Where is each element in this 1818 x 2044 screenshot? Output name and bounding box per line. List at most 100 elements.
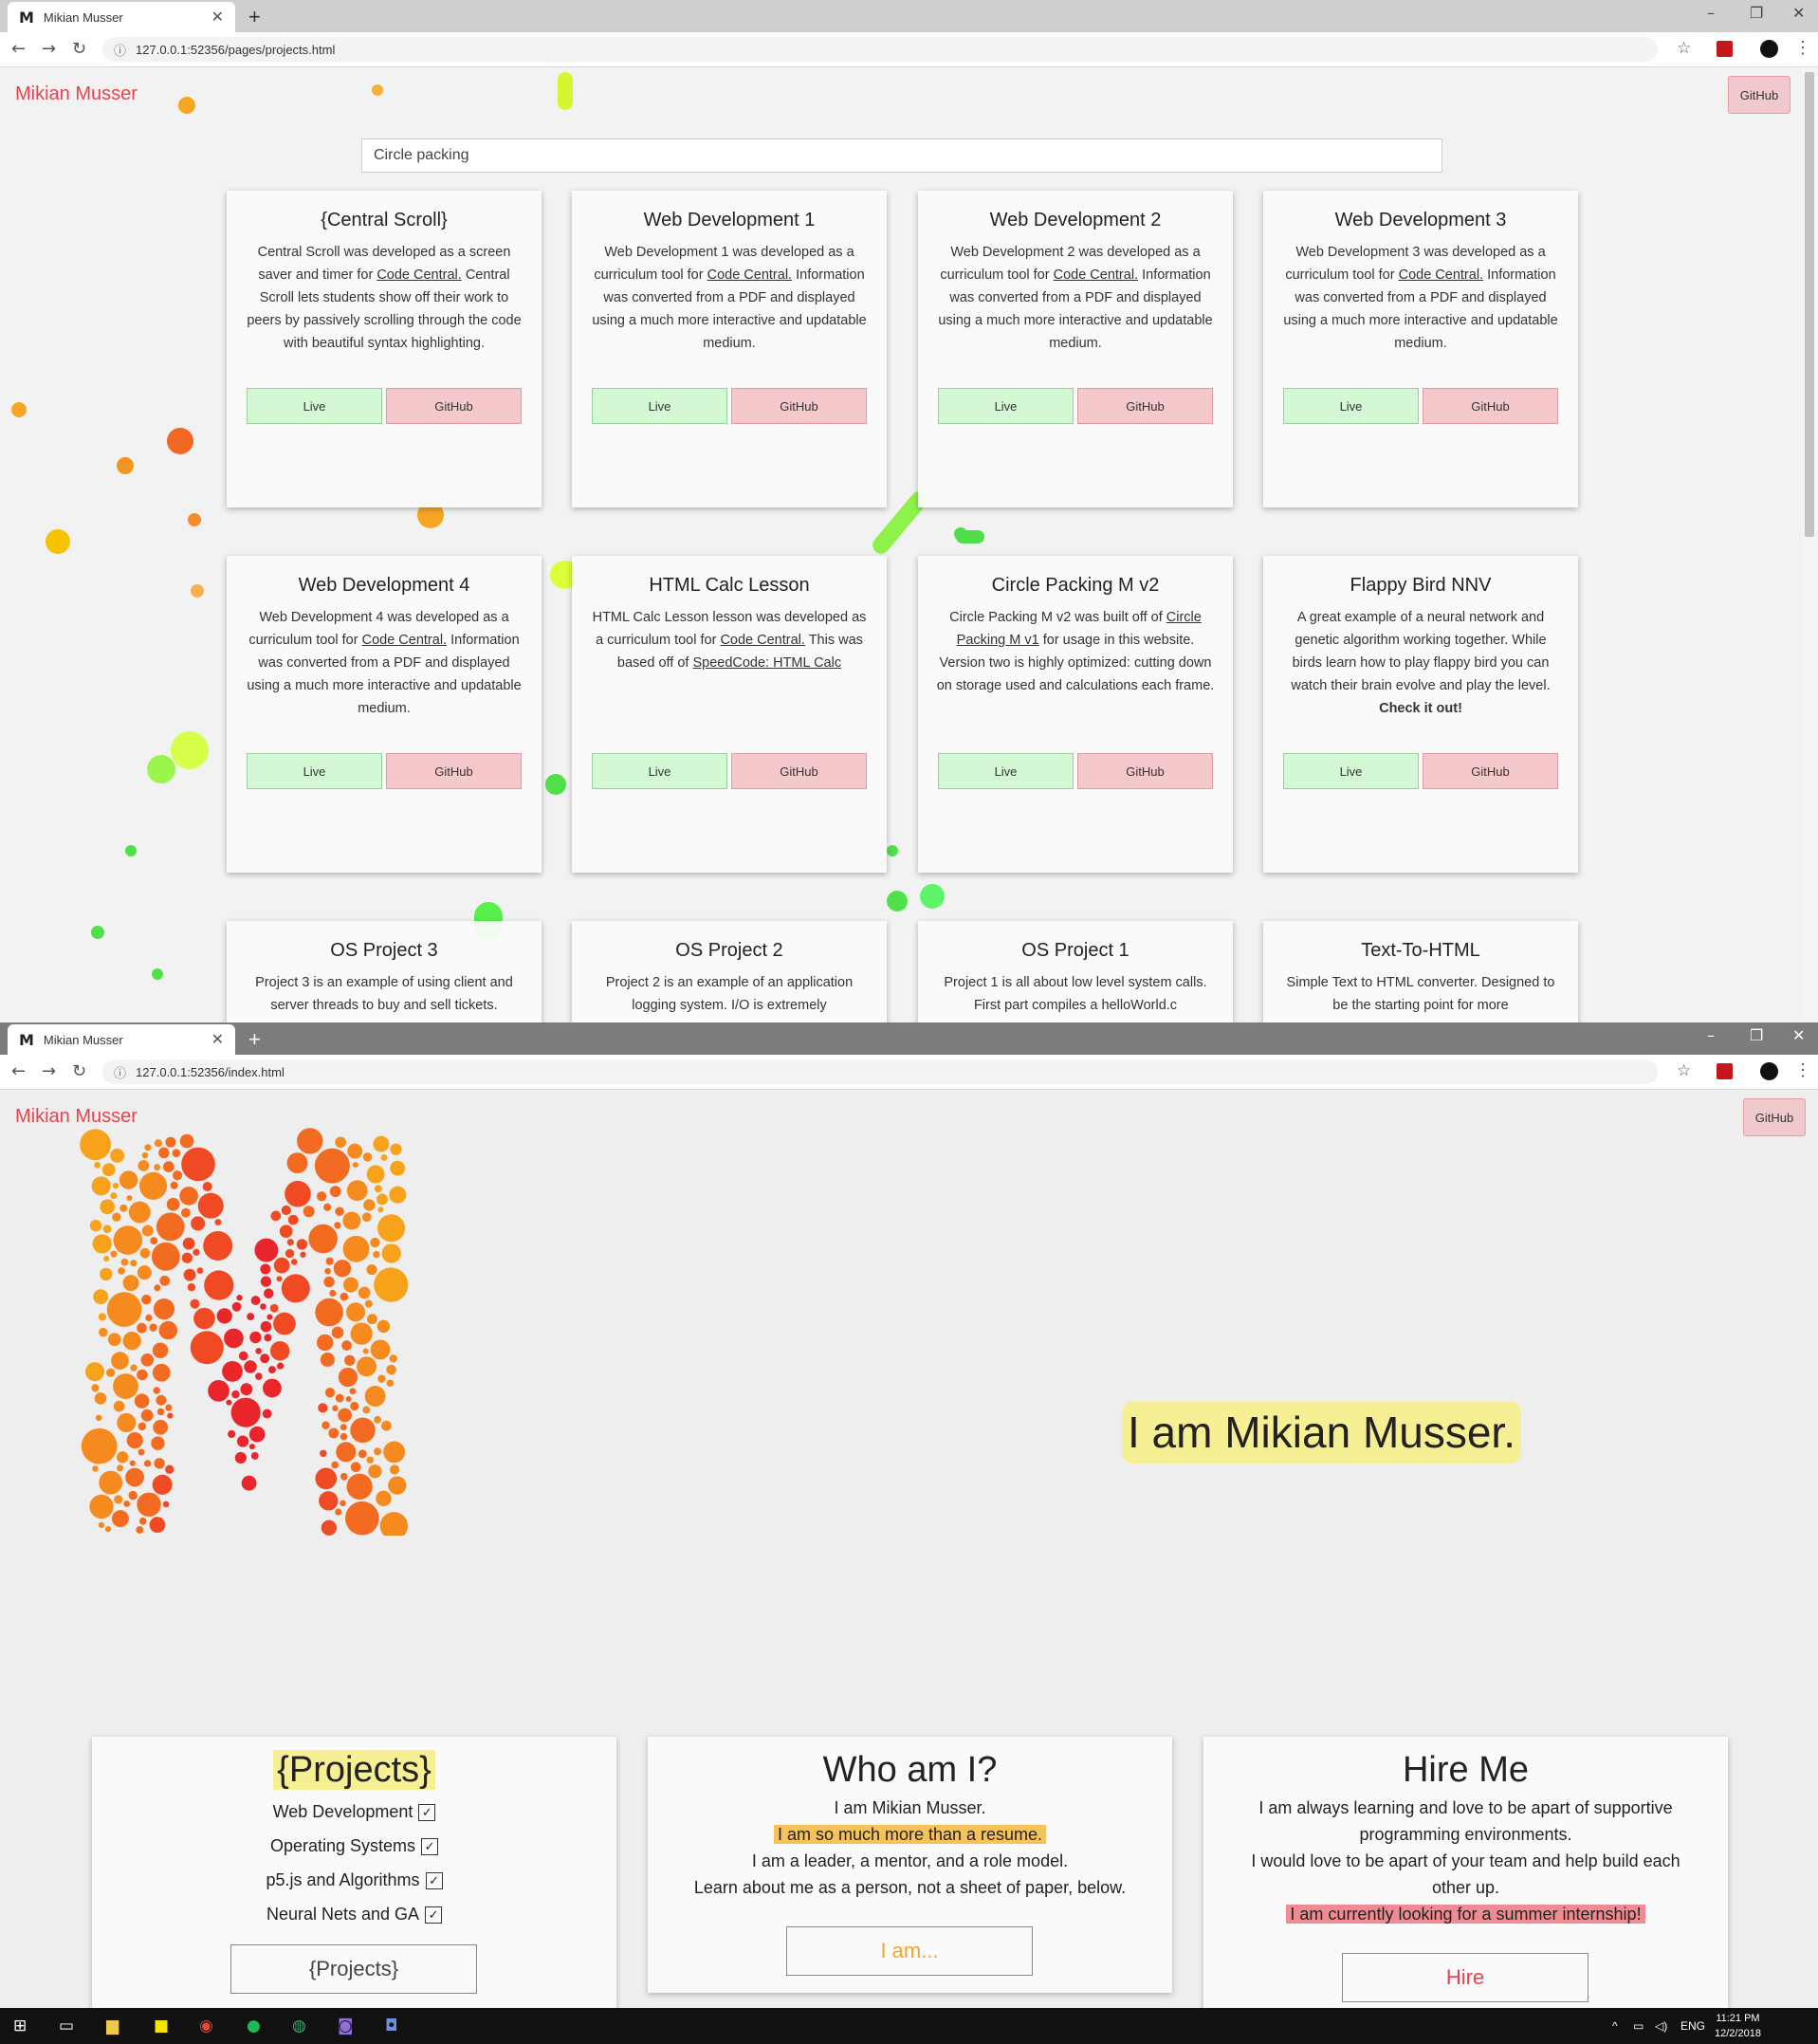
- description-link[interactable]: Code Central.: [1054, 267, 1138, 283]
- system-clock[interactable]: 11:21 PM 12/2/2018: [1715, 2011, 1761, 2041]
- live-button[interactable]: Live: [592, 753, 727, 789]
- logo-circle: [279, 1225, 293, 1239]
- github-repo-button[interactable]: GitHub: [731, 753, 867, 789]
- new-tab-icon[interactable]: +: [248, 1027, 261, 1052]
- language-indicator[interactable]: ENG: [1680, 2019, 1705, 2033]
- github-repo-button[interactable]: GitHub: [1077, 388, 1213, 424]
- github-repo-button[interactable]: GitHub: [731, 388, 867, 424]
- browser-tab[interactable]: M Mikian Musser ✕: [8, 1024, 235, 1055]
- spotify-icon[interactable]: ●: [247, 2016, 261, 2035]
- chrome-menu-icon[interactable]: ⋮: [1794, 1060, 1811, 1080]
- projects-button[interactable]: {Projects}: [230, 1944, 477, 1994]
- logo-circle: [183, 1268, 196, 1281]
- bookmark-star-icon[interactable]: ☆: [1677, 1061, 1691, 1080]
- github-button[interactable]: GitHub: [1743, 1098, 1806, 1136]
- description-link[interactable]: SpeedCode: HTML Calc: [692, 655, 841, 671]
- description-link[interactable]: Code Central.: [376, 267, 461, 283]
- logo-circle: [154, 1458, 165, 1469]
- checkbox-checked-icon[interactable]: ✓: [418, 1804, 436, 1822]
- minimize-icon[interactable]: –: [1707, 1026, 1715, 1044]
- extension-circle-icon[interactable]: [1760, 1062, 1778, 1080]
- file-explorer-icon[interactable]: ▆: [106, 2016, 119, 2035]
- restore-icon[interactable]: ❐: [1750, 1026, 1763, 1044]
- live-button[interactable]: Live: [247, 388, 382, 424]
- logo-circle: [260, 1303, 266, 1310]
- restore-icon[interactable]: ❐: [1750, 4, 1763, 22]
- extension-circle-icon[interactable]: [1760, 40, 1778, 58]
- description-link[interactable]: Code Central.: [362, 633, 447, 648]
- extension-icon[interactable]: [1717, 1063, 1733, 1079]
- window-close-icon[interactable]: ✕: [1792, 4, 1805, 22]
- window-close-icon[interactable]: ✕: [1792, 1026, 1805, 1044]
- projects-list-item[interactable]: p5.js and Algorithms ✓: [92, 1863, 616, 1897]
- logo-circle: [260, 1353, 270, 1364]
- github-repo-button[interactable]: GitHub: [1423, 388, 1558, 424]
- volume-icon[interactable]: ◁): [1655, 2019, 1667, 2033]
- forward-icon[interactable]: →: [42, 1061, 56, 1081]
- checkbox-checked-icon[interactable]: ✓: [425, 1872, 443, 1890]
- github-repo-button[interactable]: GitHub: [386, 388, 522, 424]
- logo-circle: [94, 1392, 107, 1405]
- sticky-notes-icon[interactable]: ■: [154, 2016, 169, 2035]
- new-tab-icon[interactable]: +: [248, 5, 261, 29]
- windows-start-icon[interactable]: ⊞: [13, 2016, 27, 2035]
- projects-list-item[interactable]: Web Development ✓: [92, 1795, 616, 1829]
- url-field[interactable]: ⓘ 127.0.0.1:52356/pages/projects.html: [102, 37, 1658, 62]
- hire-button[interactable]: Hire: [1342, 1953, 1588, 2002]
- project-search-input[interactable]: Circle packing: [361, 138, 1442, 173]
- logo-circle: [376, 1319, 391, 1334]
- projects-page: Mikian Musser GitHub Circle packing {Cen…: [0, 67, 1818, 1022]
- close-tab-icon[interactable]: ✕: [211, 1030, 224, 1049]
- logo-circle: [276, 1276, 283, 1282]
- live-button[interactable]: Live: [1283, 753, 1419, 789]
- description-link[interactable]: Code Central.: [720, 633, 804, 648]
- tray-chevron-icon[interactable]: ^: [1612, 2019, 1618, 2033]
- live-button[interactable]: Live: [938, 753, 1074, 789]
- github-button[interactable]: GitHub: [1728, 76, 1790, 114]
- site-brand[interactable]: Mikian Musser: [15, 83, 138, 105]
- scrollbar[interactable]: [1802, 67, 1818, 1022]
- extension-icon[interactable]: [1717, 41, 1733, 57]
- live-button[interactable]: Live: [247, 753, 382, 789]
- task-view-icon[interactable]: ▭: [59, 2016, 74, 2035]
- checkbox-checked-icon[interactable]: ✓: [425, 1906, 443, 1924]
- app-icon[interactable]: ◍: [292, 2016, 306, 2035]
- info-icon[interactable]: ⓘ: [114, 41, 126, 59]
- logo-circle: [162, 1161, 174, 1173]
- bookmark-star-icon[interactable]: ☆: [1677, 39, 1691, 58]
- live-button[interactable]: Live: [592, 388, 727, 424]
- browser-tab[interactable]: M Mikian Musser ✕: [8, 2, 235, 32]
- back-icon[interactable]: ←: [11, 39, 26, 59]
- scrollbar-thumb[interactable]: [1805, 72, 1814, 537]
- checkbox-checked-icon[interactable]: ✓: [421, 1838, 439, 1856]
- logo-circle: [389, 1354, 397, 1363]
- chrome-icon[interactable]: ◉: [199, 2016, 213, 2035]
- site-brand[interactable]: Mikian Musser: [15, 1106, 138, 1128]
- back-icon[interactable]: ←: [11, 1061, 26, 1081]
- network-icon[interactable]: ▭: [1633, 2019, 1644, 2033]
- project-card: OS Project 3 Project 3 is an example of u…: [227, 921, 542, 1022]
- url-field[interactable]: ⓘ 127.0.0.1:52356/index.html: [102, 1059, 1658, 1084]
- app-icon-discord[interactable]: ◘: [385, 2016, 397, 2035]
- projects-list-item[interactable]: Neural Nets and GA ✓: [92, 1897, 616, 1931]
- github-repo-button[interactable]: GitHub: [1077, 753, 1213, 789]
- projects-list-item[interactable]: Operating Systems ✓: [92, 1829, 616, 1863]
- description-link[interactable]: Code Central.: [707, 267, 792, 283]
- description-link[interactable]: Code Central.: [1399, 267, 1483, 283]
- logo-circle: [81, 1427, 118, 1464]
- tab-title: Mikian Musser: [43, 9, 123, 25]
- live-button[interactable]: Live: [938, 388, 1074, 424]
- reload-icon[interactable]: ↻: [72, 1061, 86, 1081]
- close-tab-icon[interactable]: ✕: [211, 8, 224, 27]
- i-am-button[interactable]: I am...: [786, 1926, 1033, 1976]
- app-icon-purple[interactable]: ◙: [338, 2016, 354, 2035]
- chrome-menu-icon[interactable]: ⋮: [1794, 38, 1811, 58]
- minimize-icon[interactable]: –: [1707, 4, 1715, 22]
- logo-circle: [323, 1276, 335, 1288]
- github-repo-button[interactable]: GitHub: [386, 753, 522, 789]
- reload-icon[interactable]: ↻: [72, 39, 86, 59]
- forward-icon[interactable]: →: [42, 39, 56, 59]
- live-button[interactable]: Live: [1283, 388, 1419, 424]
- info-icon[interactable]: ⓘ: [114, 1063, 126, 1081]
- github-repo-button[interactable]: GitHub: [1423, 753, 1558, 789]
